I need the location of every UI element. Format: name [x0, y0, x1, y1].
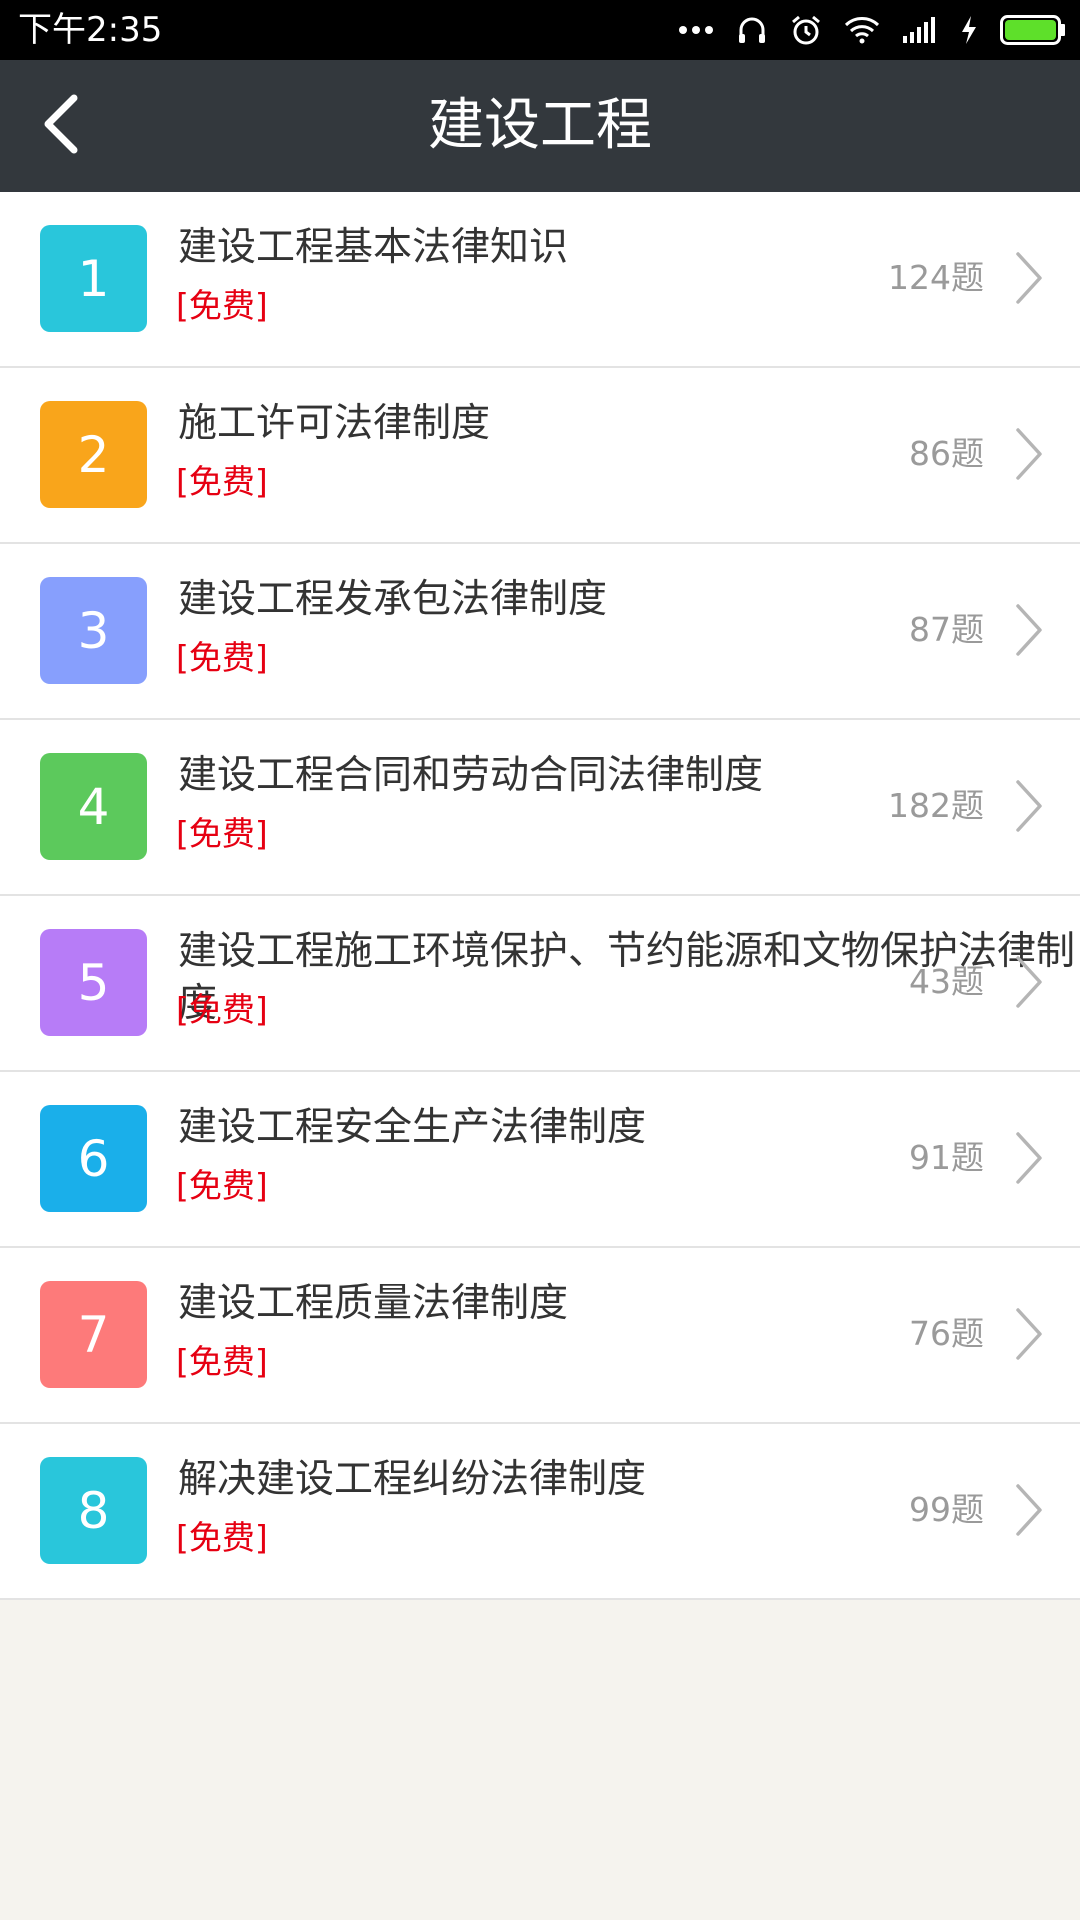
chevron-left-icon	[38, 94, 82, 158]
status-bar: 下午2:35	[0, 0, 1080, 60]
question-count: 87题	[909, 610, 984, 649]
chapter-number-badge: 4	[40, 753, 147, 860]
list-item[interactable]: 2 施工许可法律制度 [免费] 86题	[0, 368, 1080, 544]
question-count: 124题	[888, 258, 984, 297]
chapter-number-badge: 2	[40, 401, 147, 508]
question-count: 76题	[909, 1314, 984, 1353]
list-item[interactable]: 3 建设工程发承包法律制度 [免费] 87题	[0, 544, 1080, 720]
question-count: 99题	[909, 1490, 984, 1529]
chapter-number-badge: 3	[40, 577, 147, 684]
chevron-right-icon	[1014, 1306, 1044, 1362]
list-item[interactable]: 7 建设工程质量法律制度 [免费] 76题	[0, 1248, 1080, 1424]
list-item[interactable]: 1 建设工程基本法律知识 [免费] 124题	[0, 192, 1080, 368]
chevron-right-icon	[1014, 602, 1044, 658]
question-count: 91题	[909, 1138, 984, 1177]
free-tag: [免费]	[176, 462, 268, 501]
signal-icon	[902, 16, 938, 44]
status-time: 下午2:35	[18, 10, 163, 50]
wifi-icon	[844, 16, 880, 44]
title-bar: 建设工程	[0, 60, 1080, 192]
question-count: 86题	[909, 434, 984, 473]
chapter-number-badge: 8	[40, 1457, 147, 1564]
headset-icon	[736, 14, 768, 46]
chevron-right-icon	[1014, 1482, 1044, 1538]
chapter-number-badge: 6	[40, 1105, 147, 1212]
free-tag: [免费]	[176, 814, 268, 853]
list-item[interactable]: 5 建设工程施工环境保护、节约能源和文物保护法律制度 [免费] 43题	[0, 896, 1080, 1072]
free-tag: [免费]	[176, 286, 268, 325]
battery-icon	[1000, 15, 1066, 45]
more-dots-icon	[678, 24, 714, 36]
chapter-number-badge: 5	[40, 929, 147, 1036]
question-count: 43题	[909, 962, 984, 1001]
chevron-right-icon	[1014, 250, 1044, 306]
chevron-right-icon	[1014, 954, 1044, 1010]
chapter-number-badge: 1	[40, 225, 147, 332]
status-icons	[678, 8, 1066, 52]
chapter-list: 1 建设工程基本法律知识 [免费] 124题 2 施工许可法律制度 [免费] 86题 3 建设工程…	[0, 192, 1080, 1600]
free-tag: [免费]	[176, 990, 268, 1029]
chapter-number-badge: 7	[40, 1281, 147, 1388]
free-tag: [免费]	[176, 1518, 268, 1557]
question-count: 182题	[888, 786, 984, 825]
free-tag: [免费]	[176, 1166, 268, 1205]
page-title: 建设工程	[428, 93, 652, 158]
back-button[interactable]	[22, 88, 98, 164]
free-tag: [免费]	[176, 1342, 268, 1381]
chevron-right-icon	[1014, 778, 1044, 834]
chevron-right-icon	[1014, 1130, 1044, 1186]
list-item[interactable]: 4 建设工程合同和劳动合同法律制度 [免费] 182题	[0, 720, 1080, 896]
chevron-right-icon	[1014, 426, 1044, 482]
charging-icon	[960, 15, 978, 45]
list-item[interactable]: 6 建设工程安全生产法律制度 [免费] 91题	[0, 1072, 1080, 1248]
list-item[interactable]: 8 解决建设工程纠纷法律制度 [免费] 99题	[0, 1424, 1080, 1600]
free-tag: [免费]	[176, 638, 268, 677]
alarm-icon	[790, 14, 822, 46]
